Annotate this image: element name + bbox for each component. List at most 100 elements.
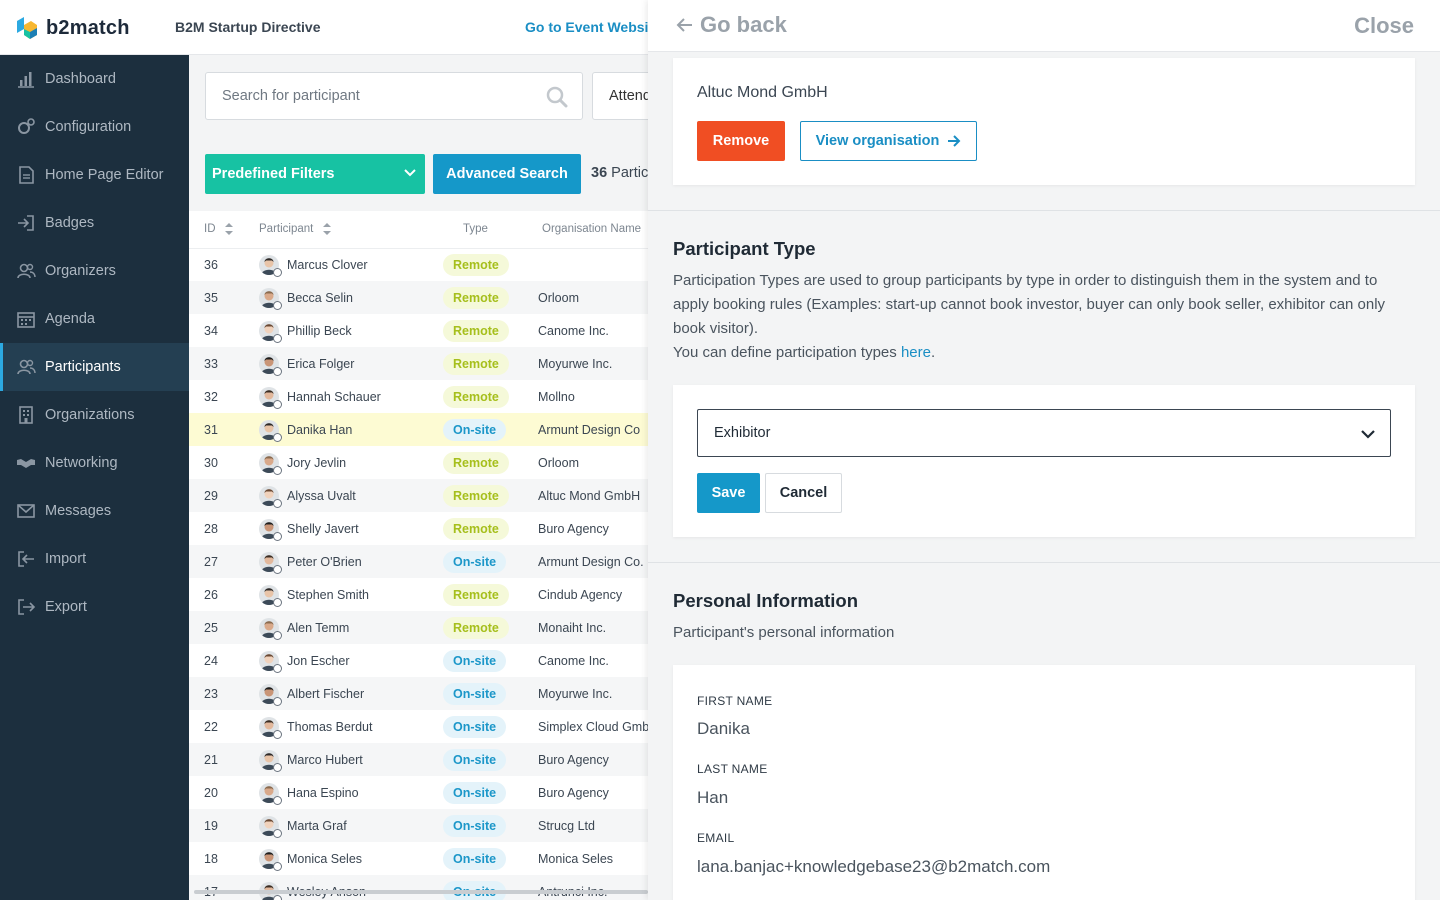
- sort-icon[interactable]: [322, 223, 331, 236]
- row-organisation: Orloom: [538, 455, 579, 470]
- table-row[interactable]: 33 Erica Folger Remote Moyurwe Inc.: [189, 347, 648, 380]
- row-participant[interactable]: Shelly Javert: [259, 512, 443, 545]
- participant-name: Erica Folger: [287, 356, 355, 371]
- view-organisation-button[interactable]: View organisation: [800, 121, 977, 161]
- sidebar-item-participants[interactable]: Participants: [0, 343, 189, 391]
- table-row[interactable]: 36 Marcus Clover Remote: [189, 248, 648, 281]
- row-participant[interactable]: Jory Jevlin: [259, 446, 443, 479]
- table-row[interactable]: 28 Shelly Javert Remote Buro Agency: [189, 512, 648, 545]
- table-row[interactable]: 32 Hannah Schauer Remote Mollno: [189, 380, 648, 413]
- sidebar-item-import[interactable]: Import: [0, 535, 189, 583]
- view-organisation-label: View organisation: [815, 133, 940, 149]
- row-participant[interactable]: Marco Hubert: [259, 743, 443, 776]
- sidebar-item-organizers[interactable]: Organizers: [0, 247, 189, 295]
- row-participant[interactable]: Danika Han: [259, 413, 443, 446]
- sidebar-item-configuration[interactable]: Configuration: [0, 103, 189, 151]
- personal-information-card: FIRST NAME Danika LAST NAME Han EMAIL la…: [673, 665, 1415, 900]
- define-types-link[interactable]: here: [901, 344, 931, 361]
- table-row[interactable]: 34 Phillip Beck Remote Canome Inc.: [189, 314, 648, 347]
- row-participant[interactable]: Monica Seles: [259, 842, 443, 875]
- table-row[interactable]: 23 Albert Fischer On-site Moyurwe Inc.: [189, 677, 648, 710]
- sidebar-item-label: Dashboard: [45, 71, 116, 87]
- sort-icon[interactable]: [224, 223, 233, 236]
- cancel-button[interactable]: Cancel: [765, 473, 842, 513]
- horizontal-scrollbar[interactable]: [194, 890, 648, 894]
- sidebar-item-agenda[interactable]: Agenda: [0, 295, 189, 343]
- event-title: B2M Startup Directive: [175, 19, 321, 35]
- remove-button[interactable]: Remove: [697, 121, 785, 161]
- table-row[interactable]: 29 Alyssa Uvalt Remote Altuc Mond GmbH: [189, 479, 648, 512]
- table-row[interactable]: 22 Thomas Berdut On-site Simplex Cloud GmbH: [189, 710, 648, 743]
- search-box[interactable]: [205, 72, 583, 120]
- sidebar-item-messages[interactable]: Messages: [0, 487, 189, 535]
- table-row[interactable]: 19 Marta Graf On-site Strucg Ltd: [189, 809, 648, 842]
- go-back-button[interactable]: Go back: [676, 12, 787, 38]
- column-header-id-label: ID: [204, 223, 216, 236]
- predefined-filters-dropdown[interactable]: Predefined Filters: [205, 154, 425, 194]
- predefined-filters-label: Predefined Filters: [212, 166, 335, 182]
- column-header-participant[interactable]: Participant: [259, 211, 443, 249]
- table-row[interactable]: 24 Jon Escher On-site Canome Inc.: [189, 644, 648, 677]
- row-id: 30: [204, 455, 218, 470]
- column-header-id[interactable]: ID: [189, 211, 259, 249]
- row-participant[interactable]: Hana Espino: [259, 776, 443, 809]
- sidebar-item-dashboard[interactable]: Dashboard: [0, 55, 189, 103]
- sidebar-item-home-page-editor[interactable]: Home Page Editor: [0, 151, 189, 199]
- status-dot-icon: [273, 828, 282, 838]
- participant-name: Marcus Clover: [287, 257, 368, 272]
- sidebar-item-label: Badges: [45, 215, 95, 231]
- participant-type-card: Exhibitor Save Cancel: [673, 385, 1415, 537]
- column-header-type-label: Type: [463, 223, 488, 236]
- attendance-select[interactable]: Attendance: [592, 72, 648, 120]
- table-row[interactable]: 21 Marco Hubert On-site Buro Agency: [189, 743, 648, 776]
- row-participant[interactable]: Peter O'Brien: [259, 545, 443, 578]
- search-input[interactable]: [222, 88, 522, 104]
- calendar-icon: [16, 309, 36, 329]
- table-row[interactable]: 18 Monica Seles On-site Monica Seles: [189, 842, 648, 875]
- table-row[interactable]: 20 Hana Espino On-site Buro Agency: [189, 776, 648, 809]
- participants-list-panel: Attendance Predefined Filters Advanced S…: [189, 55, 648, 900]
- email-label: EMAIL: [697, 831, 735, 845]
- table-row[interactable]: 26 Stephen Smith Remote Cindub Agency: [189, 578, 648, 611]
- sidebar-item-networking[interactable]: Networking: [0, 439, 189, 487]
- status-dot-icon: [273, 564, 282, 574]
- close-button[interactable]: Close: [1354, 13, 1414, 39]
- row-participant[interactable]: Marta Graf: [259, 809, 443, 842]
- participant-type-select[interactable]: Exhibitor: [697, 409, 1391, 457]
- table-row[interactable]: 25 Alen Temm Remote Monaiht Inc.: [189, 611, 648, 644]
- table-row[interactable]: 30 Jory Jevlin Remote Orloom: [189, 446, 648, 479]
- row-participant[interactable]: Stephen Smith: [259, 578, 443, 611]
- row-participant[interactable]: Wesley Anson: [259, 875, 443, 900]
- row-participant[interactable]: Alyssa Uvalt: [259, 479, 443, 512]
- personal-information-description: Participant's personal information: [673, 624, 895, 641]
- row-participant[interactable]: Albert Fischer: [259, 677, 443, 710]
- table-row[interactable]: 27 Peter O'Brien On-site Armunt Design Co.: [189, 545, 648, 578]
- sidebar-item-label: Export: [45, 599, 87, 615]
- table-row[interactable]: 35 Becca Selin Remote Orloom: [189, 281, 648, 314]
- row-participant[interactable]: Marcus Clover: [259, 248, 443, 281]
- row-participant[interactable]: Alen Temm: [259, 611, 443, 644]
- status-dot-icon: [273, 498, 282, 508]
- row-participant[interactable]: Phillip Beck: [259, 314, 443, 347]
- row-participant[interactable]: Hannah Schauer: [259, 380, 443, 413]
- sidebar-item-export[interactable]: Export: [0, 583, 189, 631]
- save-button[interactable]: Save: [697, 473, 760, 513]
- column-header-type[interactable]: Type: [443, 211, 538, 249]
- sidebar-item-badges[interactable]: Badges: [0, 199, 189, 247]
- event-website-link[interactable]: Go to Event Website: [525, 19, 661, 35]
- sidebar-item-organizations[interactable]: Organizations: [0, 391, 189, 439]
- organisation-card: Altuc Mond GmbH Remove View organisation: [673, 58, 1415, 185]
- table-row[interactable]: 17Wesley AnsonOn-siteAntrunci Inc.: [189, 875, 648, 900]
- row-participant[interactable]: Becca Selin: [259, 281, 443, 314]
- row-participant[interactable]: Erica Folger: [259, 347, 443, 380]
- row-participant[interactable]: Thomas Berdut: [259, 710, 443, 743]
- row-participant[interactable]: Jon Escher: [259, 644, 443, 677]
- row-organisation: Cindub Agency: [538, 587, 623, 602]
- advanced-search-button[interactable]: Advanced Search: [433, 154, 581, 194]
- table-row[interactable]: 31 Danika Han On-site Armunt Design Co: [189, 413, 648, 446]
- type-badge: Remote: [443, 286, 509, 309]
- column-header-organisation[interactable]: Organisation Name: [538, 211, 648, 249]
- go-back-label: Go back: [700, 12, 787, 37]
- logo[interactable]: b2match: [16, 15, 130, 41]
- section-divider: [648, 562, 1440, 563]
